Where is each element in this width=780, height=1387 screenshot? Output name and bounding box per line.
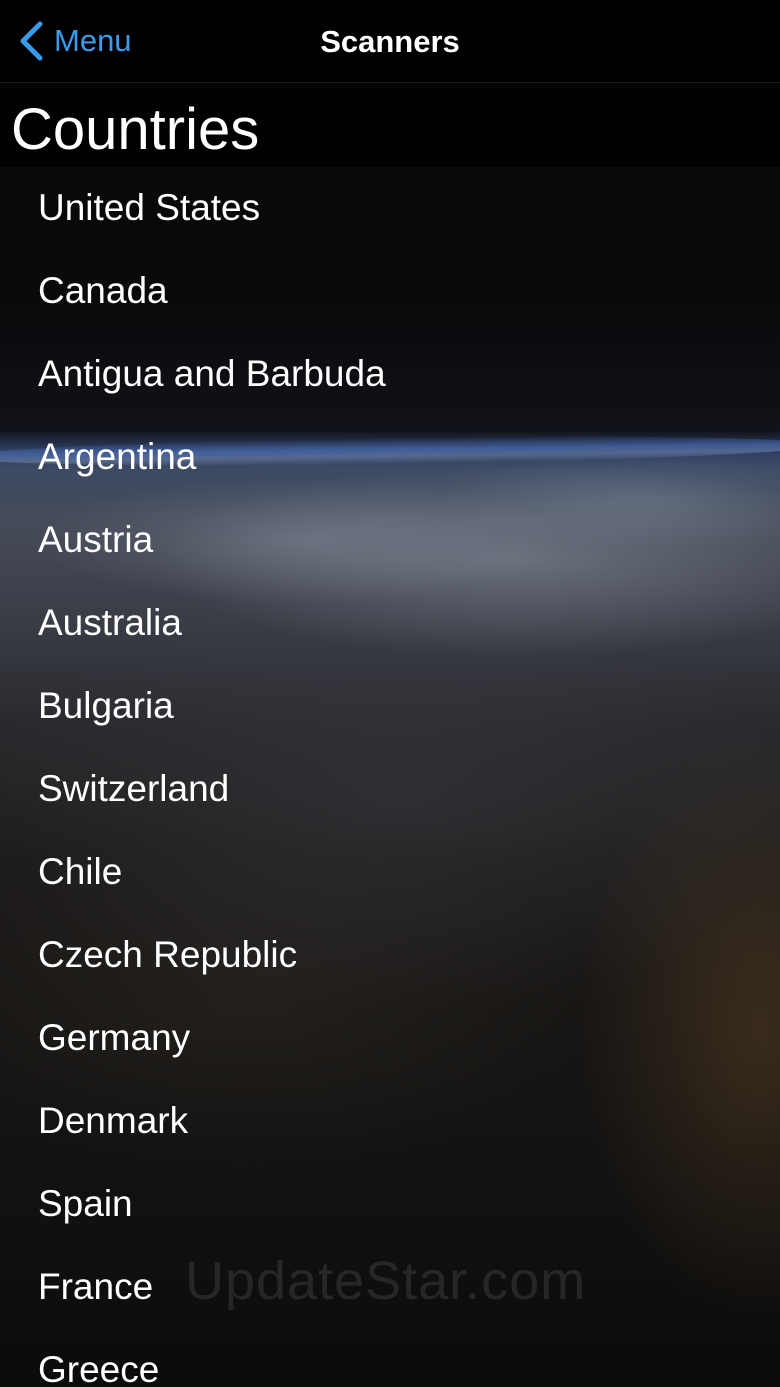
back-button-label: Menu [54,23,132,58]
scanners-screen: UpdateStar.com Menu Scanners Countries U… [0,0,780,1387]
navigation-bar: Menu Scanners [0,0,780,83]
section-title: Countries [11,97,260,162]
list-item-country[interactable]: Argentina [0,415,780,498]
list-item-country[interactable]: Canada [0,249,780,332]
back-menu-button[interactable]: Menu [18,18,132,64]
list-item-country[interactable]: Spain [0,1162,780,1245]
list-item-country[interactable]: Antigua and Barbuda [0,332,780,415]
list-item-country[interactable]: France [0,1245,780,1328]
list-item-country[interactable]: Australia [0,581,780,664]
list-item-country[interactable]: Denmark [0,1079,780,1162]
list-item-country[interactable]: Greece [0,1328,780,1387]
country-list: United States Canada Antigua and Barbuda… [0,168,780,1387]
list-item-country[interactable]: Germany [0,996,780,1079]
list-item-country[interactable]: Switzerland [0,747,780,830]
list-item-country[interactable]: Bulgaria [0,664,780,747]
list-item-country[interactable]: Czech Republic [0,913,780,996]
chevron-left-icon [18,21,44,61]
list-item-country[interactable]: Chile [0,830,780,913]
section-header: Countries [0,83,780,167]
list-item-country[interactable]: Austria [0,498,780,581]
list-item-country[interactable]: United States [0,166,780,249]
